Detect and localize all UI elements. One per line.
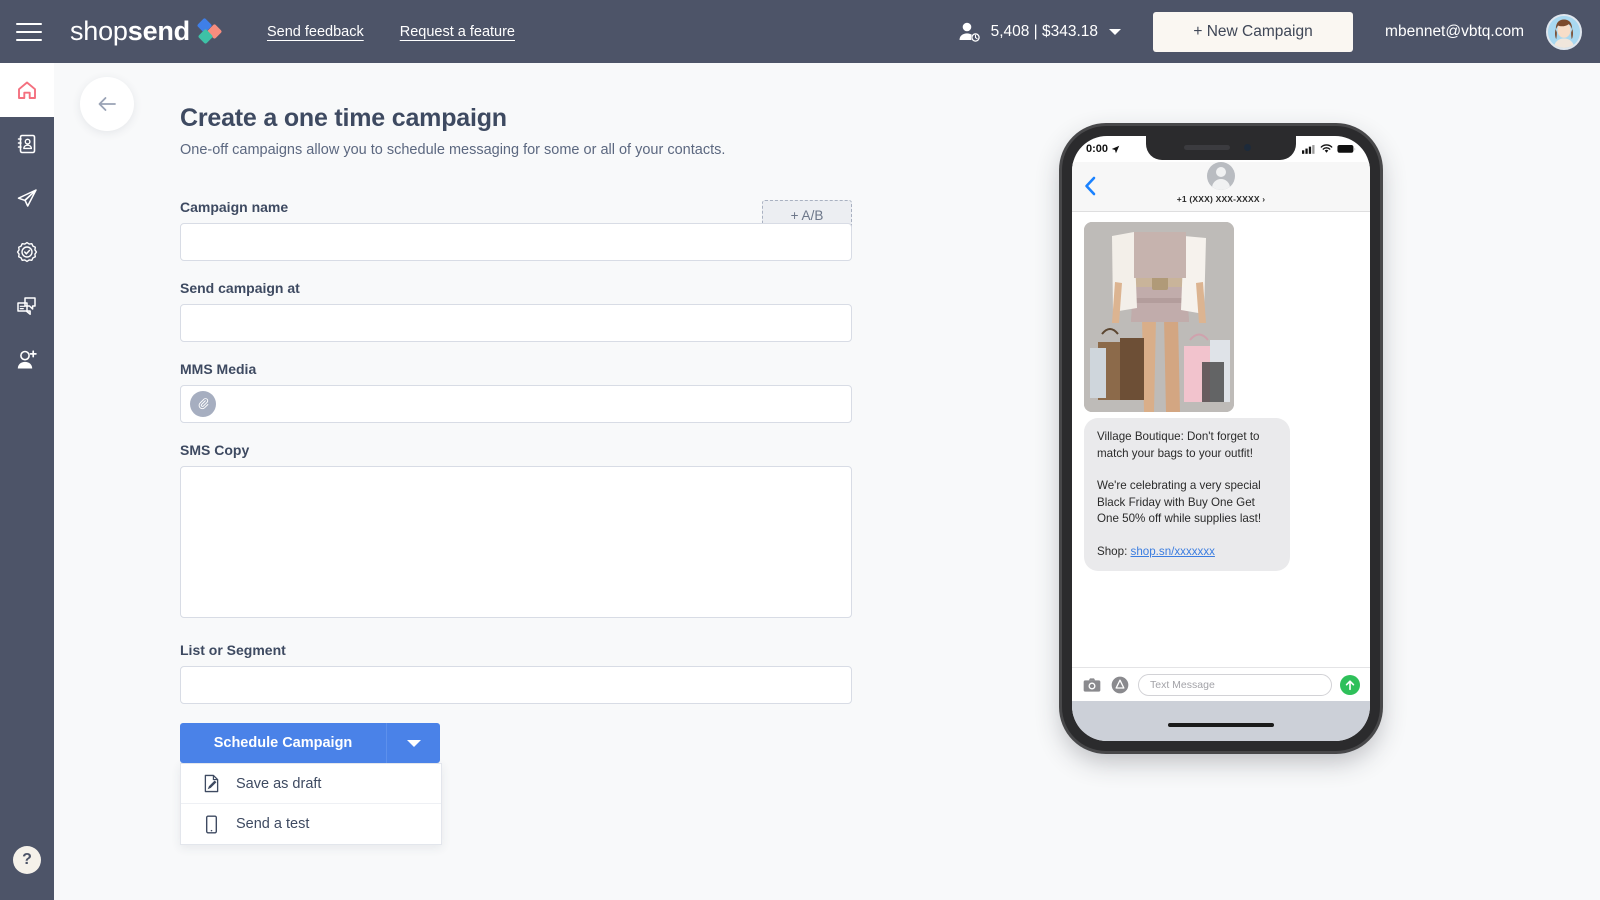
phone-status-icons (1302, 144, 1356, 154)
paper-plane-icon (17, 189, 37, 207)
list-or-segment-input[interactable] (180, 666, 852, 704)
location-arrow-icon (1111, 145, 1120, 153)
menu-item-label: Save as draft (236, 775, 322, 792)
contact-avatar-icon (1207, 162, 1235, 190)
sms-preview-bubble: Village Boutique: Don't forget to match … (1084, 418, 1290, 571)
document-pencil-icon (204, 774, 219, 793)
hamburger-icon[interactable] (16, 22, 42, 41)
add-user-icon (17, 350, 37, 369)
mobile-device-icon (205, 814, 218, 834)
avatar[interactable] (1546, 13, 1582, 50)
sms-copy-label: SMS Copy (180, 442, 250, 458)
brand-text: shopsend (70, 16, 190, 47)
back-button[interactable] (80, 77, 134, 131)
mms-media-label: MMS Media (180, 361, 257, 377)
header-right-group: 5,408 | $343.18 + New Campaign mbennet@v… (956, 11, 1600, 52)
chat-bubbles-icon (17, 297, 36, 315)
contact-number: +1 (XXX) XXX-XXXX › (1176, 194, 1266, 204)
home-icon (18, 81, 36, 99)
brand-diamonds-icon (196, 17, 223, 45)
text-message-input[interactable]: Text Message (1138, 673, 1332, 696)
field-list-or-segment: List or Segment (180, 642, 852, 704)
field-sms-copy: SMS Copy (180, 442, 852, 623)
campaign-actions: Schedule Campaign Save as draft Send a t… (180, 723, 442, 845)
attach-media-button[interactable] (190, 391, 216, 417)
page-subtitle: One-off campaigns allow you to schedule … (180, 142, 726, 158)
campaign-form: Create a one time campaign One-off campa… (180, 104, 852, 704)
schedule-split-button: Schedule Campaign (180, 723, 442, 763)
phone-clock: 0:00 (1086, 143, 1120, 155)
schedule-dropdown-toggle[interactable] (386, 723, 440, 763)
sidebar-item-conversations[interactable] (0, 279, 54, 333)
send-campaign-at-label: Send campaign at (180, 280, 300, 296)
schedule-campaign-button[interactable]: Schedule Campaign (180, 723, 386, 763)
mms-image-preview (1084, 222, 1234, 412)
sms-shop-link[interactable]: shop.sn/xxxxxxx (1131, 545, 1215, 558)
field-campaign-name: Campaign name (180, 199, 852, 261)
contact-clock-icon (959, 22, 980, 42)
campaign-name-label: Campaign name (180, 199, 289, 215)
list-or-segment-label: List or Segment (180, 642, 286, 658)
brand-bold: send (127, 16, 190, 46)
sms-line-2: We're celebrating a very special Black F… (1097, 479, 1262, 525)
woman-with-shopping-bags-photo (1084, 222, 1234, 412)
top-header: shopsend Send feedback Request a feature… (0, 0, 1600, 63)
chevron-down-icon (1109, 28, 1122, 35)
phone-screen: 0:00 +1 (XXX) XXX-XXXX › Village Boutiqu… (1072, 136, 1370, 741)
credits-dropdown[interactable]: 5,408 | $343.18 (956, 19, 1122, 45)
main-content: Create a one time campaign One-off campa… (54, 63, 1600, 900)
camera-icon[interactable] (1082, 675, 1102, 695)
request-feature-link[interactable]: Request a feature (400, 24, 515, 40)
message-input-bar: Text Message (1072, 667, 1370, 701)
brand-light: shop (70, 16, 128, 46)
sidebar-item-contacts[interactable] (0, 117, 54, 171)
menu-item-send-a-test[interactable]: Send a test (181, 804, 441, 844)
sidebar-item-automations[interactable] (0, 225, 54, 279)
new-campaign-button[interactable]: + New Campaign (1153, 11, 1354, 52)
cellular-icon (1302, 145, 1315, 154)
schedule-dropdown-menu: Save as draft Send a test (180, 763, 442, 845)
sms-line-1: Village Boutique: Don't forget to match … (1097, 430, 1260, 460)
phone-clock-text: 0:00 (1086, 143, 1109, 155)
menu-item-label: Send a test (236, 816, 310, 832)
mms-media-input[interactable] (180, 385, 852, 423)
gear-check-icon (16, 241, 38, 263)
home-indicator (1168, 723, 1274, 727)
left-sidebar: ? (0, 63, 54, 900)
contact-number-text: +1 (XXX) XXX-XXXX (1176, 194, 1260, 204)
message-thread: Village Boutique: Don't forget to match … (1072, 212, 1370, 610)
app-store-icon[interactable] (1110, 675, 1130, 695)
sidebar-item-home[interactable] (0, 63, 54, 117)
help-button[interactable]: ? (13, 846, 41, 874)
phone-status-bar: 0:00 (1072, 136, 1370, 162)
credits-value: 5,408 | $343.18 (990, 22, 1099, 40)
sidebar-item-campaigns[interactable] (0, 171, 54, 225)
page-title: Create a one time campaign (180, 104, 507, 132)
sidebar-item-add-user[interactable] (0, 333, 54, 387)
send-arrow-icon[interactable] (1340, 674, 1360, 695)
user-avatar-icon (1548, 15, 1580, 48)
brand-logo[interactable]: shopsend (70, 16, 223, 47)
chevron-left-icon[interactable] (1084, 176, 1097, 196)
phone-preview: 0:00 +1 (XXX) XXX-XXXX › Village Boutiqu… (1062, 126, 1380, 751)
battery-icon (1337, 144, 1356, 153)
account-email[interactable]: mbennet@vbtq.com (1385, 23, 1524, 41)
menu-item-save-as-draft[interactable]: Save as draft (181, 764, 441, 804)
arrow-left-icon (98, 97, 116, 111)
sms-shop-prefix: Shop: (1097, 544, 1131, 558)
field-mms-media: MMS Media (180, 361, 852, 423)
wifi-icon (1320, 144, 1333, 153)
messages-header: +1 (XXX) XXX-XXXX › (1072, 162, 1370, 212)
phone-bottom-area (1072, 701, 1370, 741)
arrow-up-icon (1345, 679, 1355, 690)
sms-shop-line: Shop: shop.sn/xxxxxxx (1097, 544, 1277, 561)
sms-copy-textarea[interactable] (180, 466, 852, 618)
send-campaign-at-input[interactable] (180, 304, 852, 342)
address-book-icon (17, 134, 36, 154)
paperclip-icon (198, 397, 208, 409)
field-send-campaign-at: Send campaign at (180, 280, 852, 342)
chevron-down-icon (406, 739, 421, 747)
send-feedback-link[interactable]: Send feedback (267, 24, 364, 40)
campaign-name-input[interactable] (180, 223, 852, 261)
